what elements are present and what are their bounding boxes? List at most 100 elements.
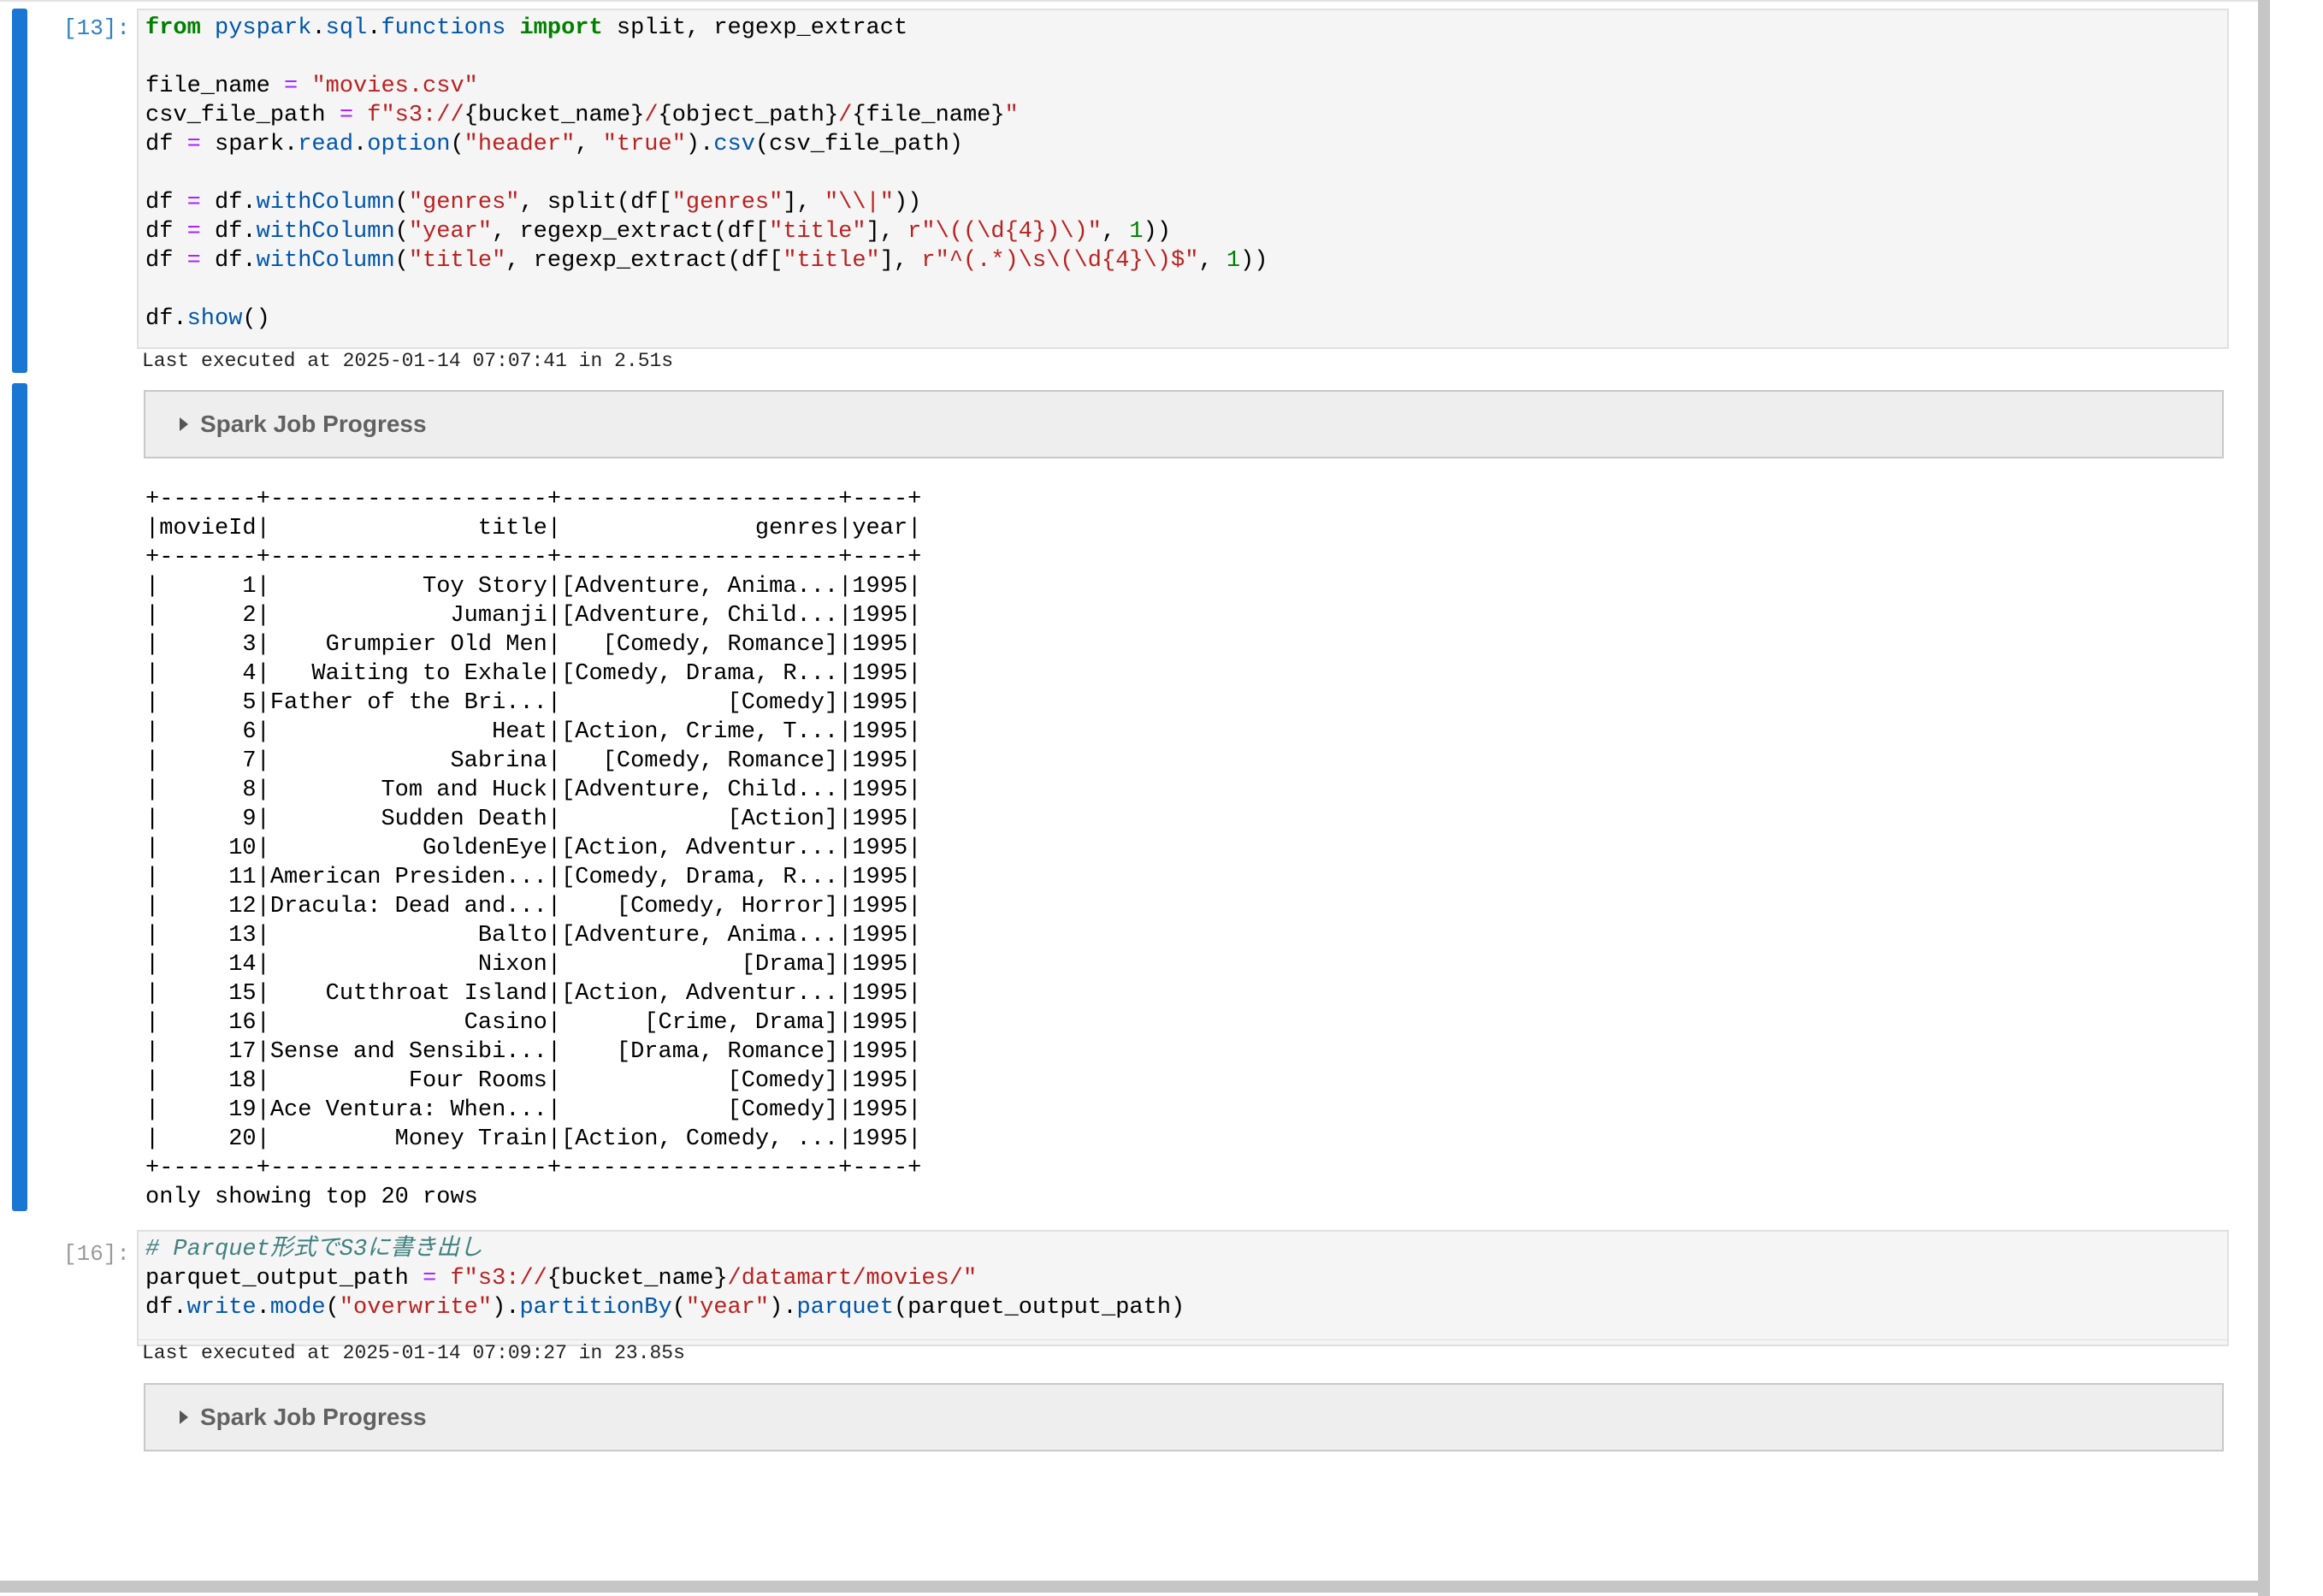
output-selection-bar[interactable] <box>12 383 27 1211</box>
code-line: df = df.withColumn("genres", split(df["g… <box>145 188 2220 217</box>
code-token: 1 <box>1129 219 1144 245</box>
code-token: = <box>339 103 354 128</box>
code-token: /datamart/movies/" <box>727 1266 978 1292</box>
code-line: df.write.mode("overwrite").partitionBy("… <box>145 1293 2220 1322</box>
code-editor[interactable]: # Parquet形式でS3に書き出し parquet_output_path =… <box>137 1230 2229 1346</box>
code-token: " <box>1004 103 1019 128</box>
code-token: 1 <box>1226 248 1241 274</box>
code-token: "year" <box>685 1295 770 1321</box>
code-token: df. <box>200 248 257 274</box>
code-token: {bucket_name} <box>464 103 645 128</box>
output-line: | 13| Balto|[Adventure, Anima...|1995| <box>145 923 922 949</box>
code-token: ). <box>769 1295 797 1321</box>
code-token: (parquet_output_path) <box>893 1295 1185 1321</box>
code-token: ( <box>394 190 409 216</box>
spark-job-progress-toggle[interactable]: Spark Job Progress <box>144 390 2224 458</box>
output-line: | 14| Nixon| [Drama]|1995| <box>145 952 922 978</box>
vertical-scrollbar[interactable] <box>2258 0 2270 1596</box>
code-line: df.show() <box>145 304 2220 334</box>
horizontal-scrollbar[interactable] <box>0 1581 2270 1593</box>
code-line: from pyspark.sql.functions import split,… <box>145 14 2220 43</box>
code-token: csv <box>713 132 755 157</box>
code-token: option <box>367 132 451 157</box>
code-token: "title" <box>783 248 880 274</box>
spark-job-progress-label: Spark Job Progress <box>200 1404 427 1430</box>
code-line: df = df.withColumn("year", regexp_extrac… <box>145 217 2220 246</box>
code-line: csv_file_path = f"s3://{bucket_name}/{ob… <box>145 101 2220 130</box>
right-gutter <box>2270 0 2323 1596</box>
output-line: | 15| Cutthroat Island|[Action, Adventur… <box>145 981 922 1007</box>
code-line: df = spark.read.option("header", "true")… <box>145 130 2220 159</box>
last-executed-label: Last executed at 2025-01-14 07:07:41 in … <box>139 347 2227 373</box>
code-token: from <box>145 15 201 41</box>
code-token: df. <box>200 190 257 216</box>
code-token: ( <box>325 1295 340 1321</box>
code-token: r"^(.*)\s\(\d{4}\)$" <box>921 248 1199 274</box>
code-token: functions <box>381 15 506 41</box>
output-line: | 8| Tom and Huck|[Adventure, Child...|1… <box>145 777 922 803</box>
code-token: . <box>367 15 381 41</box>
output-line: | 4| Waiting to Exhale|[Comedy, Drama, R… <box>145 661 922 687</box>
code-line: df = df.withColumn("title", regexp_extra… <box>145 246 2220 275</box>
code-token: = <box>186 248 201 274</box>
code-token: ( <box>450 132 464 157</box>
code-token: "year" <box>408 219 493 245</box>
code-token: import <box>519 15 603 41</box>
code-token: df <box>145 219 187 245</box>
cell-output: +-------+--------------------+----------… <box>145 485 921 1212</box>
code-token: = <box>186 190 201 216</box>
output-line: | 1| Toy Story|[Adventure, Anima...|1995… <box>145 574 922 600</box>
code-editor-content[interactable]: # Parquet形式でS3に書き出し parquet_output_path =… <box>139 1232 2227 1322</box>
code-token: )) <box>1240 248 1268 274</box>
code-token: ( <box>394 248 409 274</box>
output-line: | 20| Money Train|[Action, Comedy, ...|1… <box>145 1126 922 1152</box>
code-token: ( <box>671 1295 686 1321</box>
code-token: = <box>423 1266 437 1292</box>
code-token: parquet <box>796 1295 894 1321</box>
code-editor-content[interactable]: from pyspark.sql.functions import split,… <box>139 10 2227 334</box>
output-line: | 5|Father of the Bri...| [Comedy]|1995| <box>145 690 922 716</box>
code-token: (csv_file_path) <box>754 132 963 157</box>
spark-job-progress-label: Spark Job Progress <box>200 411 427 437</box>
code-line: # Parquet形式でS3に書き出し <box>145 1235 2220 1264</box>
output-line: | 17|Sense and Sensibi...| [Drama, Roman… <box>145 1039 922 1065</box>
spark-job-progress-toggle[interactable]: Spark Job Progress <box>144 1383 2224 1451</box>
output-line: |movieId| title| genres|year| <box>145 516 922 541</box>
code-token: df. <box>145 306 187 332</box>
code-token: df. <box>145 1295 187 1321</box>
output-line: | 9| Sudden Death| [Action]|1995| <box>145 807 922 832</box>
code-token: "movies.csv" <box>311 74 478 99</box>
code-token: mode <box>269 1295 326 1321</box>
code-token: "genres" <box>671 190 783 216</box>
code-token: show <box>186 306 243 332</box>
code-token: f"s3:// <box>450 1266 547 1292</box>
code-token: / <box>644 103 659 128</box>
code-token: )) <box>1143 219 1172 245</box>
code-token: {file_name} <box>852 103 1005 128</box>
output-line: +-------+--------------------+----------… <box>145 1156 922 1181</box>
code-token: () <box>242 306 270 332</box>
code-token: ). <box>685 132 714 157</box>
code-token: df <box>145 248 187 274</box>
code-editor[interactable]: from pyspark.sql.functions import split,… <box>137 9 2229 349</box>
output-line: | 11|American Presiden...|[Comedy, Drama… <box>145 865 922 890</box>
code-token: "genres" <box>408 190 520 216</box>
cell-selection-bar[interactable] <box>12 9 27 373</box>
code-token: sql <box>325 15 368 41</box>
code-token: withColumn <box>256 248 395 274</box>
code-token: ], <box>879 248 922 274</box>
code-token: . <box>256 1295 270 1321</box>
execution-count-prompt: [16]: <box>62 1241 130 1267</box>
output-line: | 16| Casino| [Crime, Drama]|1995| <box>145 1010 922 1036</box>
code-token: file_name <box>145 74 285 99</box>
code-token: "true" <box>602 132 686 157</box>
code-token: csv_file_path <box>145 103 340 128</box>
output-line: | 6| Heat|[Action, Crime, T...|1995| <box>145 719 922 745</box>
output-line: | 2| Jumanji|[Adventure, Child...|1995| <box>145 603 922 629</box>
output-line: | 19|Ace Ventura: When...| [Comedy]|1995… <box>145 1097 922 1123</box>
